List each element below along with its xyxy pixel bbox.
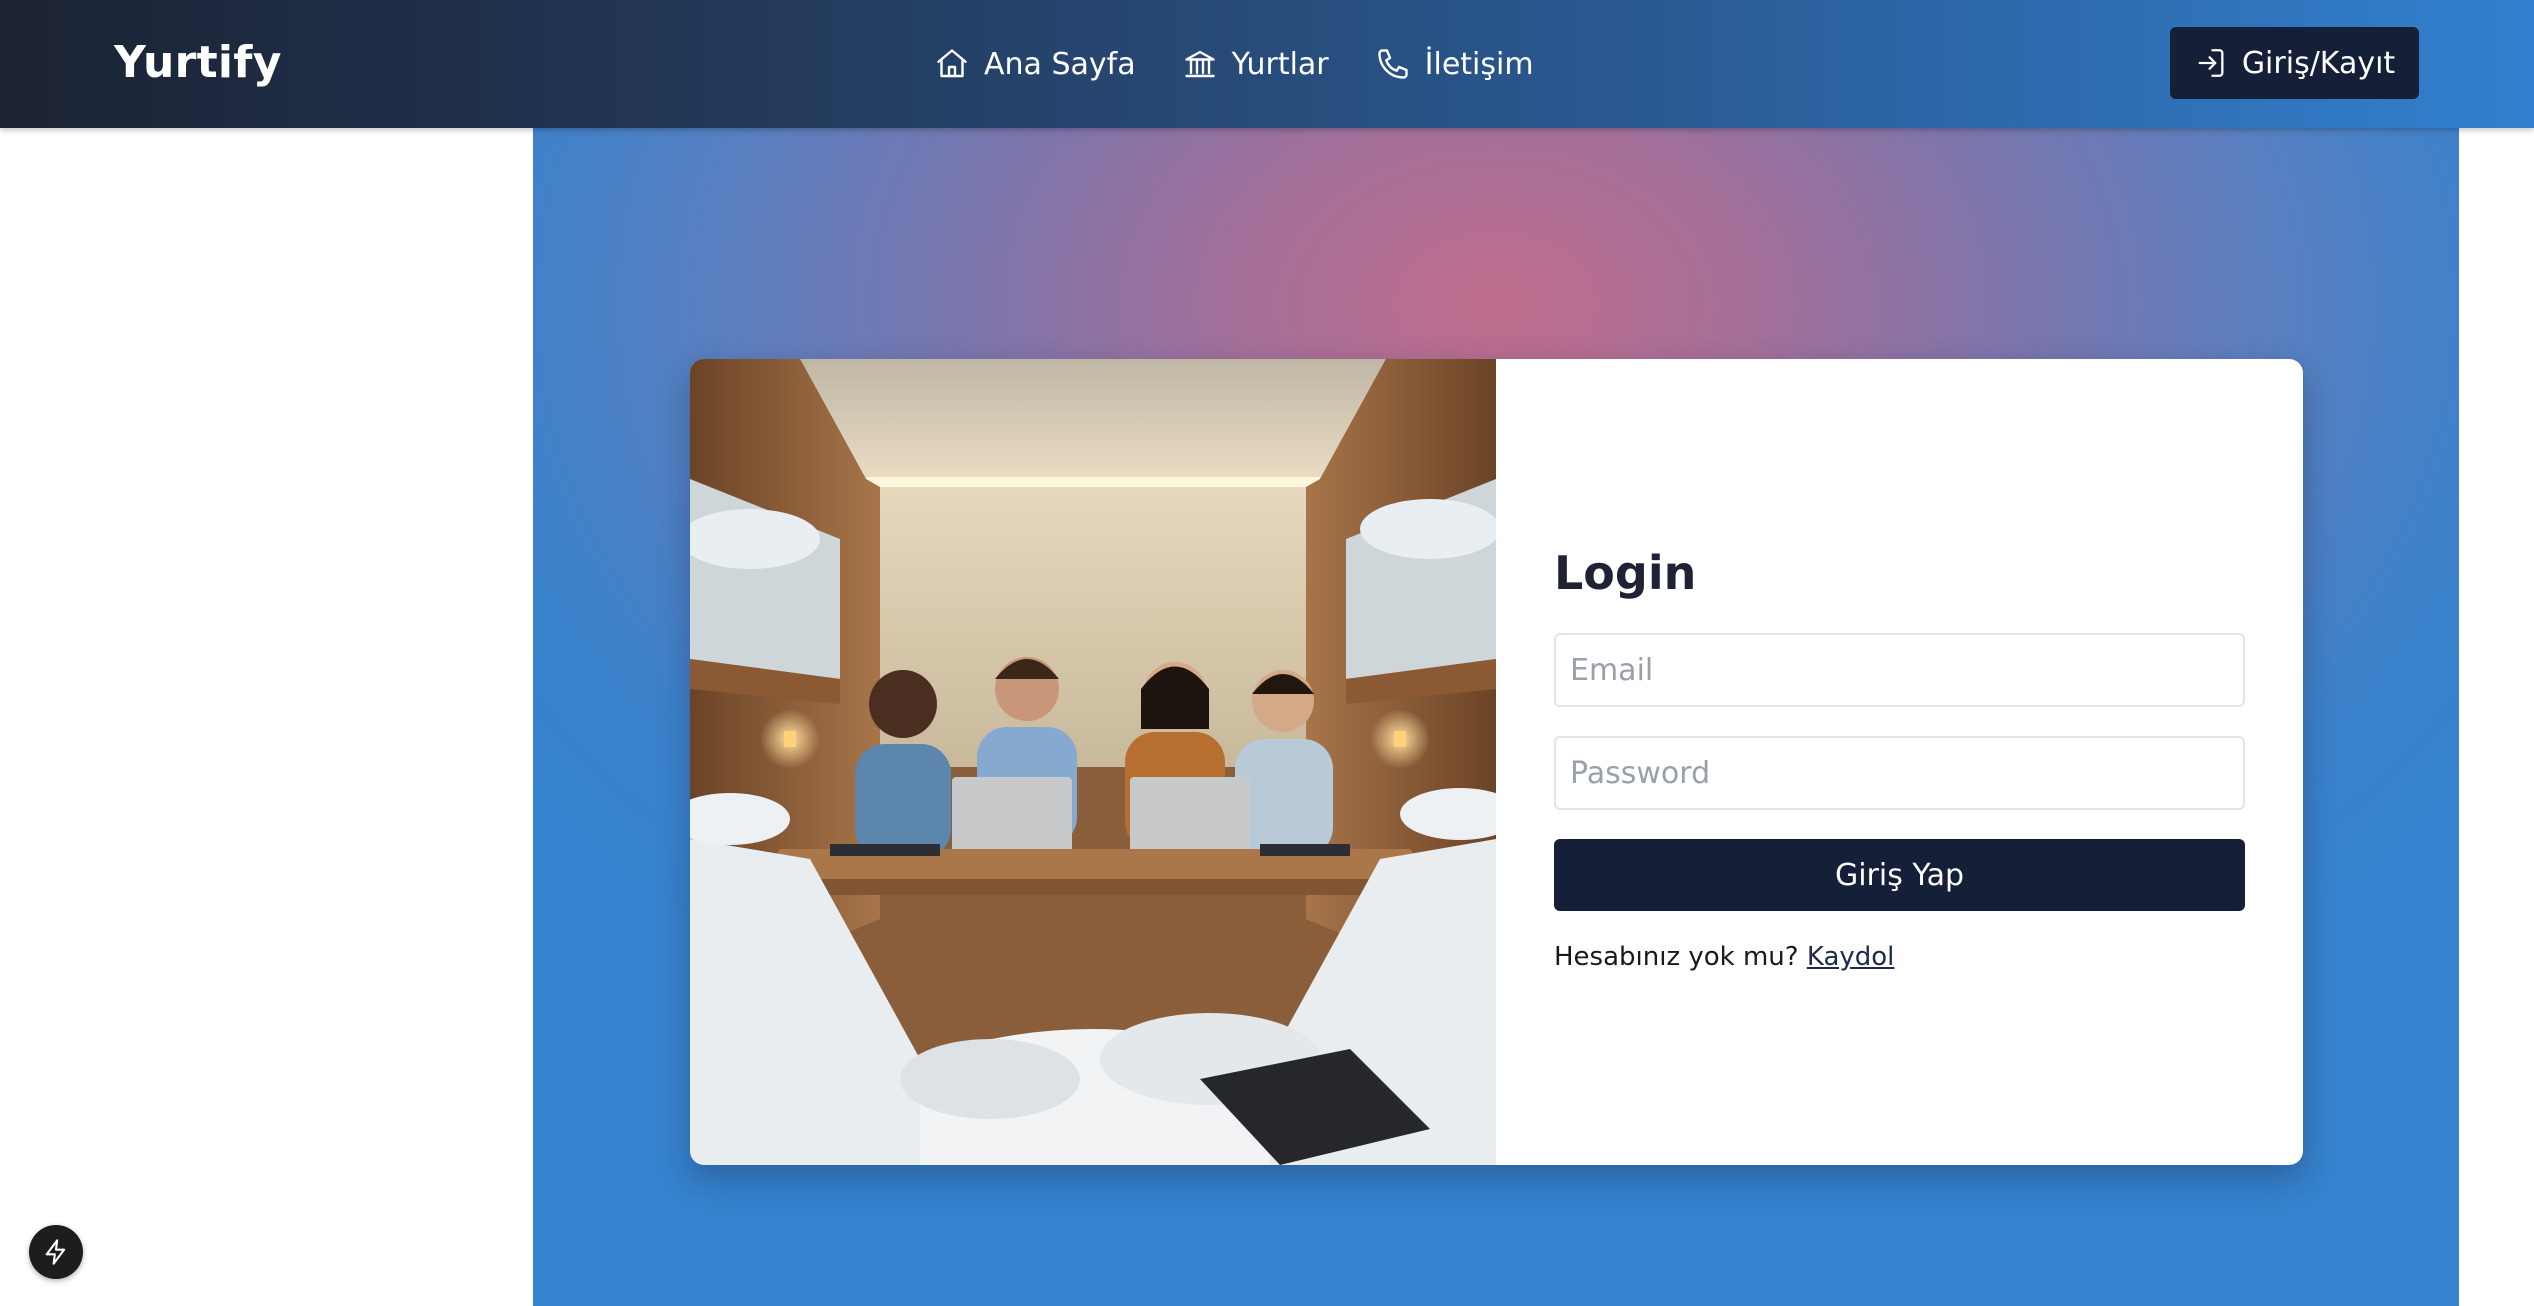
building-icon bbox=[1182, 46, 1218, 82]
top-navbar: Yurtify Ana Sayfa Yurtlar İletişim Giriş… bbox=[0, 0, 2534, 128]
nav-link-dorms-label: Yurtlar bbox=[1231, 46, 1329, 82]
login-card: Login Giriş Yap Hesabınız yok mu? Kaydol bbox=[690, 359, 2303, 1165]
login-form: Login Giriş Yap Hesabınız yok mu? Kaydol bbox=[1496, 359, 2303, 1165]
main-nav: Ana Sayfa Yurtlar İletişim bbox=[934, 38, 1534, 90]
students-dorm-photo bbox=[690, 359, 1496, 1165]
login-register-label: Giriş/Kayıt bbox=[2241, 45, 2396, 81]
nav-link-contact-label: İletişim bbox=[1424, 46, 1534, 82]
login-register-button[interactable]: Giriş/Kayıt bbox=[2170, 27, 2419, 99]
nav-link-contact[interactable]: İletişim bbox=[1375, 46, 1534, 82]
login-title: Login bbox=[1554, 546, 1697, 600]
phone-icon bbox=[1375, 46, 1411, 82]
signup-link[interactable]: Kaydol bbox=[1807, 942, 1895, 972]
lightning-icon bbox=[42, 1238, 70, 1266]
home-icon bbox=[934, 46, 970, 82]
nav-link-dorms[interactable]: Yurtlar bbox=[1182, 46, 1329, 82]
password-field[interactable] bbox=[1554, 736, 2245, 810]
brand-logo[interactable]: Yurtify bbox=[114, 32, 282, 94]
nav-link-home-label: Ana Sayfa bbox=[984, 46, 1136, 82]
email-field[interactable] bbox=[1554, 633, 2245, 707]
quick-action-button[interactable] bbox=[29, 1225, 83, 1279]
login-icon bbox=[2194, 46, 2228, 80]
signup-prompt: Hesabınız yok mu? Kaydol bbox=[1554, 939, 1894, 975]
signup-prompt-text: Hesabınız yok mu? bbox=[1554, 942, 1799, 972]
login-submit-button[interactable]: Giriş Yap bbox=[1554, 839, 2245, 911]
nav-link-home[interactable]: Ana Sayfa bbox=[934, 46, 1136, 82]
